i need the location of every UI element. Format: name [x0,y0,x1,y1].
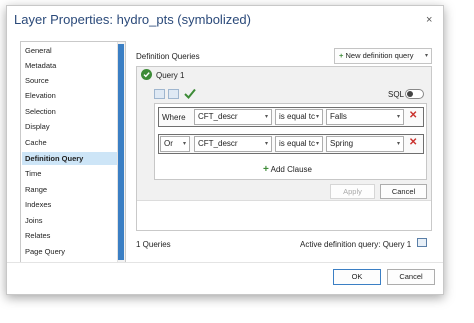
field-dropdown[interactable]: CFT_descr ▾ [194,109,272,125]
ungroup-clauses-icon[interactable] [168,89,179,99]
nav-item-general[interactable]: General [25,46,52,55]
operator-dropdown[interactable]: is equal tc ▾ [275,136,323,152]
valid-check-icon [141,69,152,80]
nav-item-range[interactable]: Range [25,185,47,194]
group-clauses-icon[interactable] [154,89,165,99]
chevron-down-icon: ▾ [315,137,319,151]
connector-dropdown[interactable]: Or ▾ [160,136,190,152]
sql-toggle[interactable] [405,89,424,99]
close-icon[interactable]: × [426,14,432,26]
value-combobox[interactable]: Falls ▾ [326,109,404,125]
chevron-down-icon: ▾ [264,114,268,120]
nav-item-metadata[interactable]: Metadata [25,61,56,70]
nav-item-relates[interactable]: Relates [25,231,50,240]
query-name: Query 1 [156,71,185,80]
operator-value: is equal tc [279,112,316,121]
remove-clause-icon[interactable]: ✕ [409,110,417,121]
field-dropdown[interactable]: CFT_descr ▾ [194,136,272,152]
nav-item-elevation[interactable]: Elevation [25,91,56,100]
nav-item-time[interactable]: Time [25,169,41,178]
value-combobox[interactable]: Spring ▾ [326,136,404,152]
new-query-label: New definition query [345,51,414,60]
chevron-down-icon: ▾ [315,110,319,124]
plus-icon: + [339,51,344,60]
definition-queries-heading: Definition Queries [136,52,200,61]
operator-dropdown[interactable]: is equal tc ▾ [275,109,323,125]
chevron-down-icon: ▾ [264,141,268,147]
properties-nav: General Metadata Source Elevation Select… [20,41,126,263]
chevron-down-icon: ▾ [396,141,400,147]
clause-connector: Where [162,113,186,122]
nav-item-source[interactable]: Source [25,76,49,85]
add-clause-button[interactable]: + Add Clause [263,164,312,175]
footer-divider [7,262,443,263]
nav-item-joins[interactable]: Joins [25,216,43,225]
value-text: Falls [330,112,347,121]
add-clause-label: Add Clause [270,165,312,174]
plus-icon: + [263,164,269,175]
active-query-status: Active definition query: Query 1 [300,240,412,249]
nav-item-page-query[interactable]: Page Query [25,247,65,256]
nav-scrollbar-thumb[interactable] [118,44,124,260]
chevron-down-icon: ▾ [424,53,428,59]
queries-count: 1 Queries [136,240,171,249]
verify-check-icon[interactable] [184,88,196,99]
table-icon[interactable] [417,238,427,247]
new-definition-query-button[interactable]: + New definition query ▾ [334,48,432,64]
nav-item-cache[interactable]: Cache [25,138,47,147]
dialog-title: Layer Properties: hydro_pts (symbolized) [14,12,251,27]
apply-button[interactable]: Apply [330,184,375,199]
nav-item-display[interactable]: Display [25,122,50,131]
value-text: Spring [330,139,354,148]
nav-item-indexes[interactable]: Indexes [25,200,51,209]
nav-item-definition-query[interactable]: Definition Query [22,152,122,165]
field-value: CFT_descr [198,139,238,148]
chevron-down-icon: ▾ [182,141,186,147]
chevron-down-icon: ▾ [396,114,400,120]
operator-value: is equal tc [279,139,316,148]
nav-item-selection[interactable]: Selection [25,107,56,116]
sql-label: SQL [388,90,405,99]
connector-value: Or [164,139,173,148]
field-value: CFT_descr [198,112,238,121]
query-cancel-button[interactable]: Cancel [380,184,427,199]
remove-clause-icon[interactable]: ✕ [409,137,417,148]
ok-button[interactable]: OK [333,269,381,285]
cancel-button[interactable]: Cancel [387,269,435,285]
